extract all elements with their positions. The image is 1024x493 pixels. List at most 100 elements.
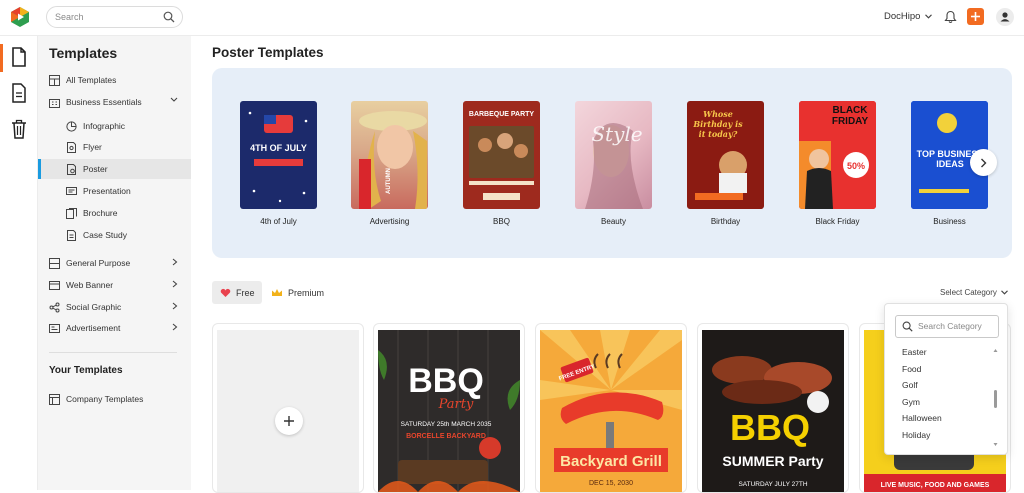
scrollbar-thumb[interactable] [994, 390, 997, 408]
search-box[interactable] [46, 6, 183, 28]
category-thumbnail[interactable]: 4TH OF JULY [240, 101, 317, 209]
active-rail-marker [0, 44, 3, 72]
svg-text:50%: 50% [847, 161, 865, 171]
tile-detail: SATURDAY 25th MARCH 2035 [401, 421, 492, 428]
search-input[interactable] [55, 10, 155, 24]
grid-icon [48, 74, 60, 86]
category-thumbnail[interactable]: Whose Birthday is it today? [687, 101, 764, 209]
tile-headline: Backyard Grill [560, 453, 662, 470]
category-dropdown-menu: Easter Food Golf Gym Halloween Holiday [884, 303, 1008, 455]
plus-icon[interactable] [275, 407, 303, 435]
thumb-text: AUTUMN [386, 168, 392, 194]
category-label: Black Friday [815, 217, 860, 226]
crown-icon [271, 288, 283, 298]
search-icon[interactable] [163, 11, 175, 23]
dropdown-scrollbar[interactable] [993, 348, 998, 448]
trash-icon[interactable] [9, 118, 29, 140]
poster-icon [65, 163, 77, 175]
category-option[interactable]: Food [902, 364, 921, 374]
sidebar-item-advertisement[interactable]: Advertisement [38, 318, 191, 338]
top-bar: DocHipo [0, 0, 1024, 36]
sidebar-item-label: Brochure [83, 208, 118, 218]
sidebar-item-brochure[interactable]: Brochure [38, 203, 191, 223]
category-card-black-friday[interactable]: BLACK FRIDAY 50% Black Friday [799, 101, 876, 226]
tile-subline: SUMMER Party [722, 453, 823, 469]
tile-venue: BORCELLE BACKYARD [406, 433, 486, 440]
blank-canvas [217, 330, 359, 492]
sidebar-item-poster[interactable]: Poster [38, 159, 191, 179]
category-card-advertising[interactable]: AUTUMN Advertising [351, 101, 428, 226]
sidebar-item-label: Social Graphic [66, 302, 122, 312]
premium-filter-button[interactable]: Premium [271, 281, 324, 304]
category-carousel: 4TH OF JULY 4th of July AUTUMN Advertisi… [212, 68, 1012, 258]
template-tile[interactable]: FREE ENTRY Backyard Grill DEC 15, 2030 [535, 323, 687, 493]
chevron-down-icon [925, 14, 933, 19]
tile-headline: BBQ [408, 362, 484, 400]
account-name: DocHipo [884, 11, 921, 22]
add-button[interactable] [967, 8, 984, 25]
category-search-input[interactable] [918, 321, 994, 331]
page-title: Poster Templates [212, 45, 324, 60]
template-thumbnail[interactable]: BBQ Party SATURDAY 25th MARCH 2035 BORCE… [378, 330, 520, 492]
category-search-box[interactable] [895, 315, 999, 338]
flyer-icon [65, 141, 77, 153]
create-blank-tile[interactable] [212, 323, 364, 493]
thumb-text: 4TH OF JULY [250, 143, 307, 153]
sidebar-title: Templates [49, 45, 118, 61]
sidebar-item-company-templates[interactable]: Company Templates [38, 389, 191, 409]
template-thumbnail[interactable]: FREE ENTRY Backyard Grill DEC 15, 2030 [540, 330, 682, 492]
sidebar-item-presentation[interactable]: Presentation [38, 181, 191, 201]
sidebar-item-business-essentials[interactable]: Business Essentials [38, 92, 191, 112]
category-option[interactable]: Gym [902, 397, 920, 407]
category-card-beauty[interactable]: Style Beauty [575, 101, 652, 226]
text-document-icon[interactable] [9, 82, 29, 104]
category-card-birthday[interactable]: Whose Birthday is it today? Birthday [687, 101, 764, 226]
select-category-dropdown[interactable]: Select Category [940, 288, 1008, 297]
category-thumbnail[interactable]: BLACK FRIDAY 50% [799, 101, 876, 209]
sidebar-item-all-templates[interactable]: All Templates [38, 70, 191, 90]
category-option[interactable]: Halloween [902, 413, 942, 423]
category-option[interactable]: Golf [902, 380, 918, 390]
bell-icon[interactable] [944, 10, 957, 24]
template-tile[interactable]: BBQ Party SATURDAY 25th MARCH 2035 BORCE… [373, 323, 525, 493]
sidebar-item-label: Company Templates [66, 394, 144, 404]
category-label: BBQ [493, 217, 510, 226]
free-filter-button[interactable]: Free [212, 281, 262, 304]
heart-icon [220, 288, 231, 298]
banner-icon [48, 279, 60, 291]
sidebar-item-general-purpose[interactable]: General Purpose [38, 253, 191, 273]
sidebar-item-infographic[interactable]: Infographic [38, 116, 191, 136]
sidebar-item-social-graphic[interactable]: Social Graphic [38, 297, 191, 317]
pie-chart-icon [65, 120, 77, 132]
search-icon [902, 321, 913, 332]
category-card-bbq[interactable]: BARBEQUE PARTY BBQ [463, 101, 540, 226]
category-option[interactable]: Easter [902, 347, 927, 357]
app-logo-icon[interactable] [9, 6, 31, 28]
thumb-text: Style [591, 122, 642, 146]
sidebar-item-web-banner[interactable]: Web Banner [38, 275, 191, 295]
template-tile[interactable]: BBQ SUMMER Party SATURDAY JULY 27TH [697, 323, 849, 493]
sidebar-item-label: Poster [83, 164, 108, 174]
category-thumbnail[interactable]: AUTUMN [351, 101, 428, 209]
carousel-next-button[interactable] [970, 149, 997, 176]
category-card-4th-of-july[interactable]: 4TH OF JULY 4th of July [240, 101, 317, 226]
sidebar-item-label: Business Essentials [66, 97, 142, 107]
account-switcher[interactable]: DocHipo [884, 11, 933, 22]
presentation-icon [65, 185, 77, 197]
document-icon[interactable] [9, 46, 29, 68]
sidebar-item-case-study[interactable]: Case Study [38, 225, 191, 245]
category-label: Advertising [369, 217, 410, 226]
template-thumbnail[interactable]: BBQ SUMMER Party SATURDAY JULY 27TH [702, 330, 844, 492]
share-icon [48, 301, 60, 313]
sidebar-item-label: All Templates [66, 75, 117, 85]
ad-icon [48, 322, 60, 334]
sidebar-item-flyer[interactable]: Flyer [38, 137, 191, 157]
user-avatar-icon[interactable] [996, 8, 1014, 26]
category-thumbnail[interactable]: Style [575, 101, 652, 209]
chevron-right-icon [980, 158, 987, 168]
premium-filter-label: Premium [288, 287, 325, 298]
category-thumbnail[interactable]: BARBEQUE PARTY [463, 101, 540, 209]
category-option[interactable]: Holiday [902, 430, 930, 440]
tile-headline: BBQ [730, 407, 810, 448]
templates-sidebar: Templates All Templates Business Essenti… [38, 36, 191, 490]
